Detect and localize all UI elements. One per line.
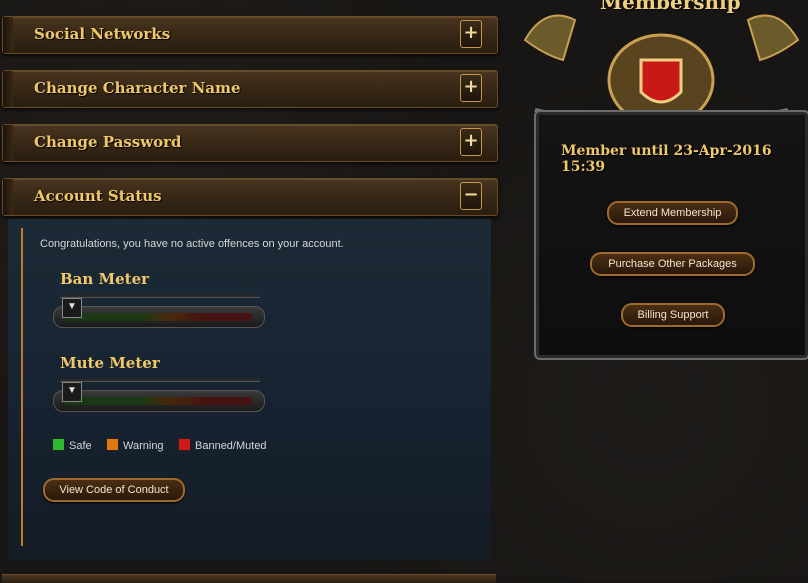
section-account-status[interactable]: Account Status −	[2, 178, 498, 216]
ban-meter	[53, 306, 265, 328]
meter-fill	[66, 397, 252, 405]
safe-swatch-icon	[52, 438, 65, 451]
legend-label: Banned/Muted	[195, 440, 267, 452]
warning-swatch-icon	[106, 438, 119, 451]
meter-rule	[60, 379, 260, 382]
billing-support-button[interactable]: Billing Support	[621, 303, 725, 327]
section-title: Social Networks	[34, 25, 171, 43]
expand-icon[interactable]: +	[460, 74, 482, 102]
mute-meter	[53, 390, 265, 412]
meter-fill	[66, 313, 252, 321]
section-change-password[interactable]: Change Password +	[2, 124, 498, 162]
section-social-networks[interactable]: Social Networks +	[2, 16, 498, 54]
status-message: Congratulations, you have no active offe…	[40, 238, 344, 250]
collapse-icon[interactable]: −	[460, 182, 482, 210]
member-until-text: Member until 23-Apr-2016 15:39	[561, 143, 772, 175]
next-section-bar	[2, 574, 496, 583]
ban-meter-title: Ban Meter	[60, 270, 150, 288]
section-title: Account Status	[34, 187, 162, 205]
section-change-character-name[interactable]: Change Character Name +	[2, 70, 498, 108]
expand-icon[interactable]: +	[460, 20, 482, 48]
view-code-of-conduct-button[interactable]: View Code of Conduct	[43, 478, 185, 502]
ban-meter-pointer-icon: ▼	[62, 298, 82, 318]
mute-meter-title: Mute Meter	[60, 354, 160, 372]
expand-icon[interactable]: +	[460, 128, 482, 156]
legend-label: Warning	[123, 440, 164, 452]
meter-rule	[60, 295, 260, 298]
section-title: Change Password	[34, 133, 182, 151]
purchase-other-packages-button[interactable]: Purchase Other Packages	[590, 252, 755, 276]
legend-label: Safe	[69, 440, 92, 452]
legend-warning: Warning	[106, 438, 164, 452]
section-title: Change Character Name	[34, 79, 241, 97]
banned-swatch-icon	[178, 438, 191, 451]
panel-divider	[21, 228, 23, 546]
membership-title: Membership	[600, 0, 741, 14]
legend-banned: Banned/Muted	[178, 438, 267, 452]
mute-meter-pointer-icon: ▼	[62, 382, 82, 402]
legend-safe: Safe	[52, 438, 92, 452]
extend-membership-button[interactable]: Extend Membership	[607, 201, 738, 225]
